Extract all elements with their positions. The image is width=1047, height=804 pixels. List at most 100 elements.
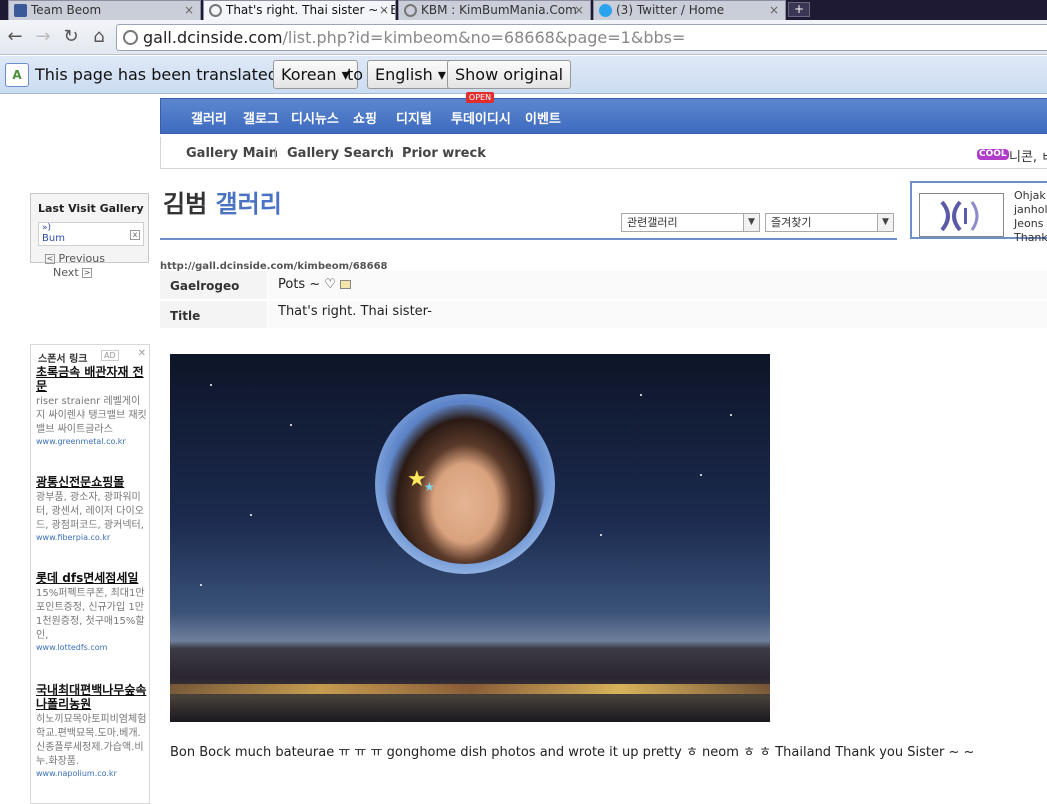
sponsor-url[interactable]: www.lottedfs.com <box>36 643 148 653</box>
gallog-icon[interactable] <box>340 280 352 289</box>
nav-shopping[interactable]: 쇼핑 <box>353 108 377 127</box>
prior-wreck-link[interactable]: Prior wreck <box>402 146 486 161</box>
target-language-select[interactable]: English ▾ <box>367 60 454 89</box>
globe-icon <box>404 4 417 17</box>
home-icon[interactable]: ⌂ <box>88 26 110 48</box>
related-gallery-select[interactable]: 관련갤러리 ▼ <box>621 213 760 232</box>
ad-text: Ohjak janhol Jeons Thank <box>1014 189 1047 245</box>
post-title: That's right. Thai sister- <box>278 304 432 319</box>
sponsor-header: 스폰서 링크 <box>38 354 88 365</box>
post-body-text: Bon Bock much bateurae ㅠ ㅠ ㅠ gonghome di… <box>170 745 975 760</box>
ad-line: Jeons <box>1014 217 1044 230</box>
author-name: Pots ~ ♡ <box>278 277 337 292</box>
forward-icon[interactable]: → <box>32 26 54 48</box>
nav-digital[interactable]: 디지털 <box>396 108 432 127</box>
related-gallery-label: 관련갤러리 <box>627 216 678 229</box>
author-row: Gaelrogeo Pots ~ ♡ <box>160 271 1047 300</box>
next-button[interactable]: Next > <box>53 266 93 279</box>
cool-badge: COOL <box>977 149 1009 160</box>
sponsor-item[interactable]: 롯데 dfs면세점세일 15%퍼펙트쿠폰, 최대1만포인트증정, 신규가입 1만… <box>36 571 148 653</box>
nav-dcnews[interactable]: 디시뉴스 <box>291 108 339 127</box>
back-icon[interactable]: ← <box>4 26 26 48</box>
city-lights <box>170 684 770 694</box>
title-row: Title That's right. Thai sister- <box>160 301 1047 329</box>
previous-button[interactable]: < Previous <box>45 252 105 265</box>
url-path: /list.php?id=kimbeom&no=68668&page=1&bbs… <box>282 28 686 47</box>
tab-title: (3) Twitter / Home <box>616 3 725 17</box>
last-visit-entry-label: Bum <box>42 233 65 244</box>
sponsor-links: 스폰서 링크 AD ✕ 초록금속 배관자재 전문 riser straienr … <box>30 344 150 804</box>
author-value[interactable]: Pots ~ ♡ <box>278 277 352 292</box>
reload-icon[interactable]: ↻ <box>60 26 82 48</box>
facebook-icon <box>14 4 27 17</box>
previous-label: Previous <box>58 252 106 265</box>
last-visit-title: Last Visit Gallery <box>38 202 144 215</box>
globe-icon <box>209 4 222 17</box>
sponsor-title[interactable]: 초록금속 배관자재 전문 <box>36 365 148 393</box>
sponsor-title[interactable]: 롯데 dfs면세점세일 <box>36 571 148 585</box>
browser-toolbar: ← → ↻ ⌂ gall.dcinside.com/list.php?id=ki… <box>0 20 1047 55</box>
nav-todaydc[interactable]: 투데이디시 <box>451 108 511 127</box>
target-language-label: English <box>375 65 433 84</box>
nav-gallery[interactable]: 갤러리 <box>191 108 227 127</box>
ad-badge: AD <box>101 350 119 361</box>
close-icon[interactable]: x <box>130 230 140 240</box>
tab-title: That's right. Thai sister ~ - E <box>226 3 396 17</box>
nav-event[interactable]: 이벤트 <box>525 108 561 127</box>
chevron-right-icon: > <box>82 268 93 278</box>
tab-team-beom[interactable]: Team Beom × <box>8 0 201 20</box>
show-original-button[interactable]: Show original <box>447 60 572 89</box>
tab-twitter[interactable]: (3) Twitter / Home × <box>593 0 786 20</box>
close-icon[interactable]: × <box>379 1 389 19</box>
sponsor-item[interactable]: 광통신전문쇼핑몰 광부품, 광소자, 광파워미터, 광센서, 레이저 다이오드,… <box>36 475 148 543</box>
sponsor-title[interactable]: 광통신전문쇼핑몰 <box>36 475 148 489</box>
post-photo: ★ ★ <box>170 354 770 722</box>
globe-icon <box>123 30 138 45</box>
ad-banner[interactable]: Ohjak janhol Jeons Thank <box>910 181 1047 244</box>
new-tab-button[interactable]: + <box>788 2 810 17</box>
translate-bar: A This page has been translated from Kor… <box>0 56 1047 94</box>
tab-title: Team Beom <box>31 3 102 17</box>
tab-thai-sister[interactable]: That's right. Thai sister ~ - E × <box>203 0 396 20</box>
star-sticker-icon: ★ <box>424 480 435 494</box>
url-domain: gall.dcinside.com <box>143 28 283 47</box>
favorites-select[interactable]: 즐겨찾기 ▼ <box>765 213 894 232</box>
sponsor-desc: riser straienr 레벨게이지 싸이렌샤 탱크밸브 재킷밸브 싸이트글… <box>36 396 147 435</box>
divider <box>160 238 897 240</box>
sponsor-title[interactable]: 국내최대편백나무숲속나폴리농원 <box>36 683 148 711</box>
gallery-search-link[interactable]: Gallery Search <box>287 146 394 161</box>
nav-gallog[interactable]: 갤로그 <box>243 108 279 127</box>
cool-keyword[interactable]: 니콘, ㅂ <box>1009 146 1047 165</box>
close-icon[interactable]: ✕ <box>138 348 146 359</box>
close-icon[interactable]: × <box>574 1 584 19</box>
translate-icon: A <box>5 63 29 87</box>
tab-kbm[interactable]: KBM : KimBumMania.Com × <box>398 0 591 20</box>
source-language-select[interactable]: Korean ▾ <box>273 60 358 89</box>
site-navigation: 갤러리 갤로그 디시뉴스 쇼핑 디지털 투데이디시 이벤트 <box>160 98 1047 134</box>
sponsor-desc: 광부품, 광소자, 광파워미터, 광센서, 레이저 다이오드, 광점퍼코드, 광… <box>36 492 144 531</box>
ad-line: Ohjak <box>1014 189 1046 202</box>
last-visit-entry[interactable]: ») Bum x <box>38 222 144 246</box>
sponsor-url[interactable]: www.napolium.co.kr <box>36 769 148 779</box>
sponsor-desc: 15%퍼펙트쿠폰, 최대1만포인트증정, 신규가입 1만1천원증정, 첫구매15… <box>36 588 145 641</box>
address-bar[interactable]: gall.dcinside.com/list.php?id=kimbeom&no… <box>116 24 1047 51</box>
author-value-cell <box>267 271 1047 299</box>
chevron-down-icon: ▼ <box>743 214 759 231</box>
close-icon[interactable]: × <box>184 1 194 19</box>
sponsor-item[interactable]: 초록금속 배관자재 전문 riser straienr 레벨게이지 싸이렌샤 탱… <box>36 365 148 447</box>
sponsor-url[interactable]: www.fiberpia.co.kr <box>36 533 148 543</box>
twitter-icon <box>599 4 612 17</box>
title-label: Title <box>170 309 201 323</box>
tab-title: KBM : KimBumMania.Com <box>421 3 577 17</box>
gallery-main-link[interactable]: Gallery Main <box>186 146 278 161</box>
close-icon[interactable]: × <box>769 1 779 19</box>
chevron-left-icon: < <box>45 254 55 264</box>
sponsor-url[interactable]: www.greenmetal.co.kr <box>36 437 148 447</box>
sponsor-item[interactable]: 국내최대편백나무숲속나폴리농원 히노끼묘목아토피비염체험학교.편백묘목.도마.베… <box>36 683 148 779</box>
author-label: Gaelrogeo <box>170 279 240 293</box>
divider <box>275 147 276 159</box>
sub-navigation: Gallery Main Gallery Search Prior wreck <box>160 137 1047 169</box>
open-badge: OPEN <box>466 92 494 103</box>
gallery-label: 갤러리 <box>215 190 282 218</box>
translate-to-text: to <box>347 65 364 84</box>
